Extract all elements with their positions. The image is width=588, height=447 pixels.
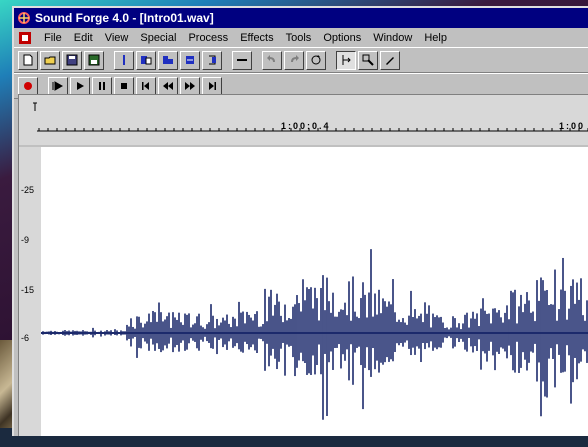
play-all-icon bbox=[52, 81, 64, 91]
undo-button[interactable] bbox=[262, 50, 282, 70]
menu-help[interactable]: Help bbox=[424, 32, 447, 44]
document-control-icon[interactable] bbox=[18, 31, 32, 45]
pause-button[interactable] bbox=[92, 76, 112, 96]
edit-tool-button[interactable] bbox=[336, 50, 356, 70]
magnify-tool-button[interactable] bbox=[358, 50, 378, 70]
menu-view[interactable]: View bbox=[105, 32, 129, 44]
y-label-4: -6 bbox=[21, 333, 30, 343]
title-bar[interactable]: Sound Forge 4.0 - [Intro01.wav] bbox=[14, 8, 588, 28]
pencil-tool-button[interactable] bbox=[380, 50, 400, 70]
save-icon bbox=[66, 54, 78, 66]
menu-process[interactable]: Process bbox=[188, 32, 228, 44]
redo-icon bbox=[291, 55, 299, 62]
document-area: 1:00:0.4 1:00 -25 -9 -15 -6 bbox=[18, 94, 588, 436]
record-button[interactable] bbox=[18, 76, 38, 96]
open-button[interactable] bbox=[40, 50, 60, 70]
ruler-time-label-end: 1:00 bbox=[559, 121, 586, 131]
stop-button[interactable] bbox=[114, 76, 134, 96]
forward-icon bbox=[185, 82, 195, 90]
play-icon bbox=[77, 82, 84, 90]
save-as-icon bbox=[88, 54, 100, 66]
magnify-tool-icon bbox=[362, 54, 374, 66]
menu-tools[interactable]: Tools bbox=[286, 32, 312, 44]
window-title: Sound Forge 4.0 - [Intro01.wav] bbox=[35, 11, 214, 25]
menu-file[interactable]: File bbox=[44, 32, 62, 44]
trim-button[interactable] bbox=[232, 50, 252, 70]
ruler-time-label: 1:00:0.4 bbox=[281, 121, 331, 131]
y-label-1: -25 bbox=[21, 185, 35, 195]
y-label-3: -15 bbox=[21, 285, 35, 295]
paste-button[interactable] bbox=[158, 50, 178, 70]
go-to-start-button[interactable] bbox=[136, 76, 156, 96]
open-icon bbox=[44, 56, 56, 65]
edit-tool-icon bbox=[342, 55, 351, 65]
redo-button[interactable] bbox=[284, 50, 304, 70]
cut-icon bbox=[123, 55, 125, 65]
record-icon bbox=[24, 82, 32, 90]
repeat-icon bbox=[311, 55, 321, 65]
mix-icon bbox=[209, 55, 216, 65]
copy-button[interactable] bbox=[136, 50, 156, 70]
app-icon[interactable] bbox=[17, 11, 31, 25]
time-ruler[interactable]: 1:00:0.4 1:00 bbox=[19, 95, 588, 145]
save-as-button[interactable] bbox=[84, 50, 104, 70]
cut-button[interactable] bbox=[114, 50, 134, 70]
menu-bar: File Edit View Special Process Effects T… bbox=[14, 28, 588, 47]
go-to-end-icon bbox=[209, 82, 216, 90]
rewind-icon bbox=[163, 82, 173, 90]
amplitude-axis: -25 -9 -15 -6 bbox=[19, 147, 41, 436]
waveform-display[interactable] bbox=[41, 147, 588, 436]
standard-toolbar bbox=[14, 47, 588, 73]
menu-options[interactable]: Options bbox=[323, 32, 361, 44]
menu-window[interactable]: Window bbox=[373, 32, 412, 44]
ruler-ticks bbox=[33, 102, 588, 132]
go-to-end-button[interactable] bbox=[202, 76, 222, 96]
play-button[interactable] bbox=[70, 76, 90, 96]
pencil-tool-icon bbox=[386, 57, 394, 65]
mix-button[interactable] bbox=[202, 50, 222, 70]
paste-special-icon bbox=[186, 56, 194, 64]
y-label-2: -9 bbox=[21, 235, 30, 245]
copy-icon bbox=[141, 56, 152, 65]
menu-special[interactable]: Special bbox=[140, 32, 176, 44]
play-all-button[interactable] bbox=[48, 76, 68, 96]
new-icon bbox=[23, 54, 33, 66]
paste-special-button[interactable] bbox=[180, 50, 200, 70]
menu-effects[interactable]: Effects bbox=[240, 32, 273, 44]
rewind-button[interactable] bbox=[158, 76, 178, 96]
paste-icon bbox=[163, 56, 173, 64]
sound-forge-window: Sound Forge 4.0 - [Intro01.wav] File Edi… bbox=[12, 6, 588, 436]
save-button[interactable] bbox=[62, 50, 82, 70]
trim-icon bbox=[237, 59, 247, 61]
menu-edit[interactable]: Edit bbox=[74, 32, 93, 44]
undo-icon bbox=[267, 55, 275, 62]
forward-button[interactable] bbox=[180, 76, 200, 96]
pause-icon bbox=[99, 82, 105, 90]
waveform bbox=[41, 249, 588, 420]
repeat-button[interactable] bbox=[306, 50, 326, 70]
new-button[interactable] bbox=[18, 50, 38, 70]
go-to-start-icon bbox=[142, 82, 149, 90]
stop-icon bbox=[121, 83, 127, 89]
